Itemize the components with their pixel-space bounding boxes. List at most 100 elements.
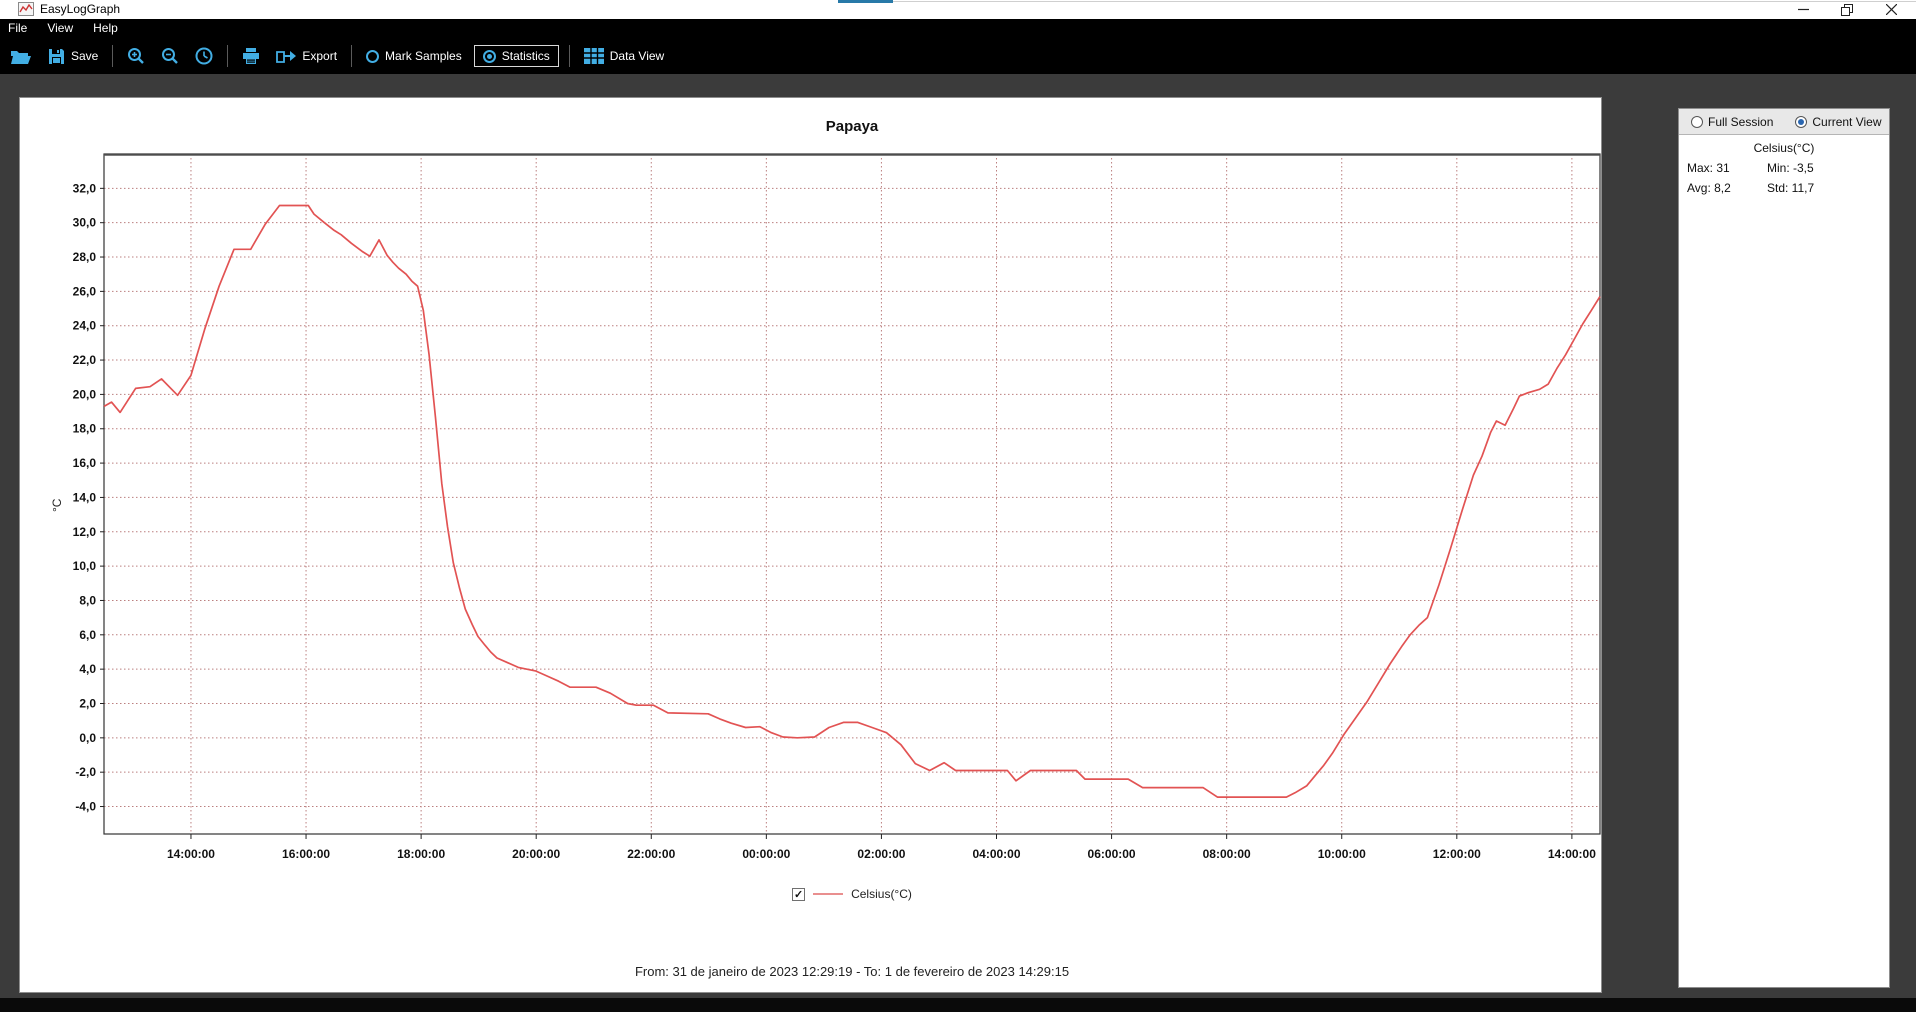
- save-button[interactable]: Save: [44, 46, 102, 67]
- y-tick-label: 12,0: [73, 525, 97, 539]
- zoom-in-button[interactable]: [123, 45, 149, 67]
- current-view-radio-icon: [1795, 115, 1808, 128]
- x-tick-label: 10:00:00: [1318, 847, 1366, 861]
- bottom-edge-bar: [0, 998, 1916, 1012]
- data-view-label: Data View: [609, 49, 665, 63]
- statistics-toggle[interactable]: Statistics: [473, 45, 559, 67]
- stat-min: Min: -3,5: [1767, 161, 1814, 175]
- stat-std: Std: 11,7: [1767, 181, 1815, 195]
- y-tick-label: 20,0: [73, 387, 97, 401]
- y-tick-label: 6,0: [79, 628, 96, 642]
- legend: ✓ Celsius(°C): [104, 887, 1600, 901]
- mark-samples-radio-icon: [366, 49, 380, 63]
- y-tick-label: 0,0: [79, 731, 96, 745]
- save-label: Save: [71, 49, 99, 63]
- toolbar-separator: [568, 45, 570, 67]
- y-tick-label: 24,0: [73, 319, 97, 333]
- y-tick-label: 32,0: [73, 181, 97, 195]
- x-tick-label: 12:00:00: [1433, 847, 1481, 861]
- print-button[interactable]: [238, 45, 264, 67]
- x-tick-label: 16:00:00: [282, 847, 330, 861]
- statistics-panel: Full Session Current View Celsius(°C) Ma…: [1678, 108, 1890, 988]
- background-window-edge-blue: [838, 0, 893, 3]
- chart-panel: Papaya 32,0 30,0 28,0 26,0 24,0 22,0 20,0 18,0 1…: [19, 97, 1602, 993]
- x-tick-label: 14:00:00: [167, 847, 215, 861]
- window-title: EasyLogGraph: [40, 2, 121, 16]
- y-tick-label: 16,0: [73, 456, 97, 470]
- restore-button[interactable]: [1832, 0, 1862, 19]
- open-folder-icon: [11, 50, 31, 64]
- y-tick-label: -4,0: [75, 800, 96, 814]
- open-button[interactable]: [6, 46, 36, 67]
- x-tick-label: 08:00:00: [1203, 847, 1251, 861]
- y-tick-label: 28,0: [73, 250, 97, 264]
- legend-checkbox[interactable]: ✓: [792, 887, 806, 901]
- clock-icon: [195, 47, 213, 65]
- y-tick-label: -2,0: [75, 765, 96, 779]
- menu-item-view[interactable]: View: [37, 19, 83, 38]
- close-icon: [1885, 4, 1897, 15]
- menu-bar: File View Help: [0, 19, 1916, 38]
- mark-samples-label: Mark Samples: [385, 49, 462, 63]
- full-session-radio-icon: [1691, 115, 1703, 128]
- plot-area[interactable]: 32,0 30,0 28,0 26,0 24,0 22,0 20,0 18,0 16,0 14,0…: [20, 98, 1601, 992]
- y-tick-label: 14,0: [73, 490, 97, 504]
- statistics-label: Statistics: [501, 49, 550, 63]
- toolbar-separator: [227, 45, 229, 67]
- x-tick-label: 18:00:00: [397, 847, 445, 861]
- printer-icon: [243, 48, 260, 64]
- menu-item-file[interactable]: File: [0, 19, 37, 38]
- close-button[interactable]: [1876, 0, 1906, 19]
- y-tick-label: 30,0: [73, 216, 97, 230]
- statistics-scope-header: Full Session Current View: [1679, 109, 1889, 135]
- data-view-button[interactable]: Data View: [580, 46, 668, 66]
- save-icon: [49, 48, 64, 64]
- full-session-label: Full Session: [1708, 114, 1774, 129]
- export-button[interactable]: Export: [272, 46, 341, 66]
- toolbar: Save Export Mark Samples Statistics Data…: [0, 38, 1916, 74]
- x-tick-label: 06:00:00: [1088, 847, 1136, 861]
- zoom-out-button[interactable]: [157, 45, 183, 67]
- current-view-option[interactable]: Current View: [1795, 114, 1882, 129]
- x-tick-label: 04:00:00: [972, 847, 1020, 861]
- stat-avg: Avg: 8,2: [1687, 181, 1731, 195]
- app-icon: [18, 2, 34, 16]
- x-tick-label: 20:00:00: [512, 847, 560, 861]
- y-tick-label: 2,0: [79, 696, 96, 710]
- zoom-in-icon: [128, 48, 145, 64]
- background-window-edge-gray: [893, 1, 1916, 2]
- y-tick-label: 4,0: [79, 662, 96, 676]
- toolbar-separator: [112, 45, 114, 67]
- temperature-series-line: [103, 204, 1601, 798]
- plot-border: [103, 153, 1601, 835]
- legend-label: Celsius(°C): [851, 887, 912, 901]
- stats-channel-header: Celsius(°C): [1753, 141, 1815, 155]
- reset-zoom-button[interactable]: [191, 45, 217, 67]
- y-axis-unit-label: °C: [50, 498, 64, 512]
- y-tick-label: 22,0: [73, 353, 97, 367]
- export-icon: [276, 51, 297, 63]
- title-bar: EasyLogGraph: [0, 0, 1916, 19]
- x-tick-label: 22:00:00: [627, 847, 675, 861]
- menu-item-help[interactable]: Help: [83, 19, 128, 38]
- y-tick-label: 18,0: [73, 422, 97, 436]
- minimize-icon: [1797, 8, 1809, 11]
- full-session-option[interactable]: Full Session: [1691, 115, 1773, 129]
- current-view-label: Current View: [1812, 114, 1882, 129]
- statistics-radio-icon: [482, 49, 496, 63]
- toolbar-separator: [351, 45, 353, 67]
- zoom-out-icon: [162, 48, 179, 64]
- export-label: Export: [302, 49, 338, 63]
- y-tick-label: 26,0: [73, 284, 97, 298]
- x-tick-label: 02:00:00: [857, 847, 905, 861]
- minimize-button[interactable]: [1788, 0, 1818, 19]
- restore-icon: [1841, 3, 1853, 16]
- session-range-text: From: 31 de janeiro de 2023 12:29:19 - T…: [634, 964, 1070, 979]
- x-tick-label: 00:00:00: [742, 847, 790, 861]
- y-tick-label: 10,0: [73, 559, 97, 573]
- mark-samples-toggle[interactable]: Mark Samples: [362, 47, 466, 65]
- legend-line-sample: [813, 893, 844, 895]
- y-tick-label: 8,0: [79, 593, 96, 607]
- stat-max: Max: 31: [1687, 161, 1730, 175]
- data-grid-icon: [583, 48, 604, 64]
